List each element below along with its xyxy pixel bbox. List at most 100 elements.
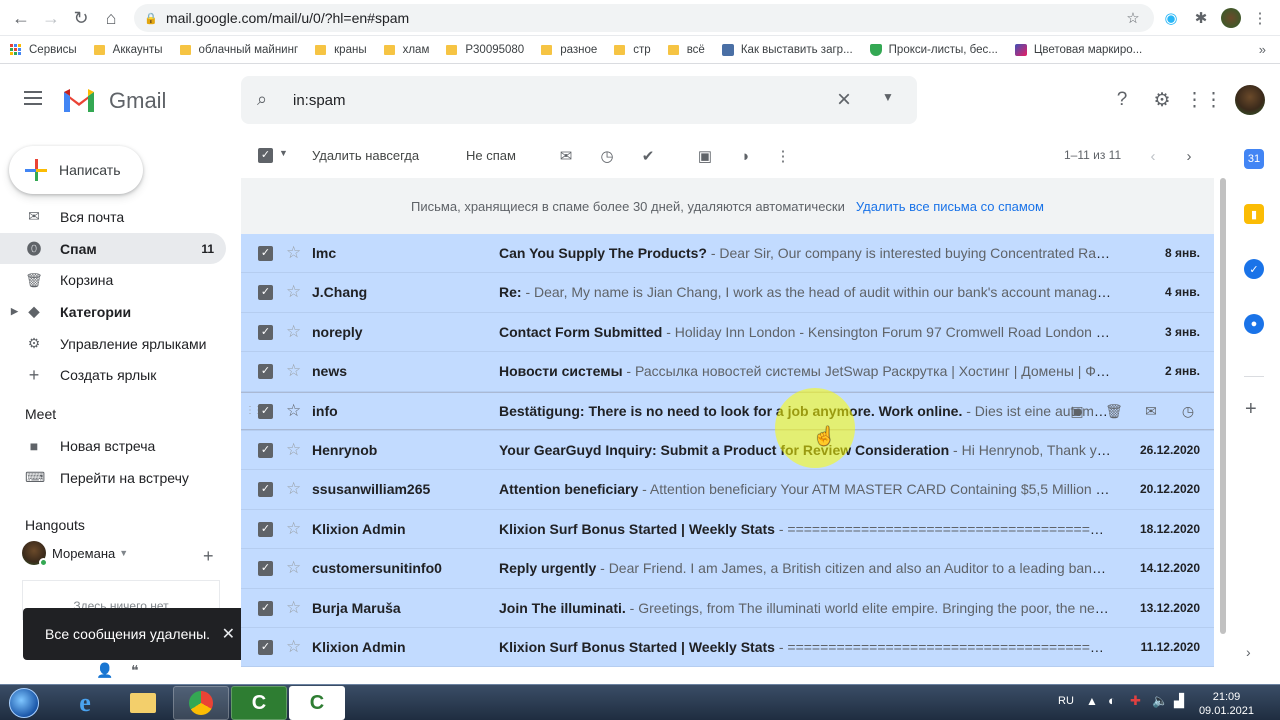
scrollbar-thumb[interactable] (1220, 178, 1226, 634)
star-icon[interactable]: ☆ (286, 282, 301, 302)
message-row[interactable]: ⋮⋮ ✓ ☆ info Bestätigung: There is no need to… (241, 391, 1214, 431)
language-indicator[interactable]: RU (1058, 695, 1074, 707)
google-apps-icon[interactable]: ⋮⋮ (1185, 88, 1223, 112)
star-icon[interactable]: ☆ (286, 322, 301, 342)
bookmark-item[interactable]: Аккаунты (93, 44, 163, 56)
new-conversation-plus-icon[interactable]: + (203, 546, 214, 567)
file-explorer-icon[interactable] (115, 686, 171, 720)
back-icon[interactable]: ← (9, 6, 33, 30)
tray-security-icon[interactable]: ✚ (1130, 693, 1141, 709)
previous-page-icon[interactable]: ‹ (1143, 146, 1163, 166)
bookmark-item[interactable]: разное (541, 44, 597, 56)
row-checkbox[interactable]: ✓ (258, 442, 273, 458)
chrome-icon[interactable] (173, 686, 229, 720)
star-icon[interactable]: ☆ (286, 401, 301, 421)
account-avatar[interactable] (1235, 85, 1265, 115)
message-row[interactable]: ✓ ☆ news Новости системы - Рассылка новосте… (241, 352, 1214, 392)
star-icon[interactable]: ☆ (286, 519, 301, 539)
message-row[interactable]: ✓ ☆ customersunitinfo0 Reply urgently - Dea… (241, 549, 1214, 589)
delete-all-spam-link[interactable]: Удалить все письма со спамом (856, 199, 1044, 214)
bookmark-item[interactable]: краны (315, 44, 367, 56)
row-checkbox[interactable]: ✓ (258, 324, 273, 340)
sidebar-item-categories[interactable]: ▶ ◆ Категории (0, 296, 226, 328)
sidebar-item-manage-labels[interactable]: ⚙ Управление ярлыками (0, 328, 226, 360)
label-tag-icon[interactable]: ◗ (736, 146, 756, 166)
star-icon[interactable]: ☆ (286, 479, 301, 499)
delete-icon[interactable]: 🗑 (1102, 400, 1126, 424)
keep-icon[interactable]: ▮ (1244, 204, 1264, 224)
star-icon[interactable]: ☆ (286, 558, 301, 578)
bookmark-item[interactable]: Прокси-листы, бес... (869, 43, 998, 56)
bookmark-item[interactable]: P30095080 (446, 44, 524, 56)
system-clock[interactable]: 21:09 09.01.2021 (1199, 690, 1254, 718)
message-row[interactable]: ✓ ☆ Klixion Admin Klixion Surf Bonus Starte… (241, 627, 1214, 668)
not-spam-button[interactable]: Не спам (466, 148, 516, 163)
settings-gear-icon[interactable]: ⚙ (1150, 88, 1174, 112)
message-row[interactable]: ✓ ☆ J.Chang Re: - Dear, My name is Jian Cha… (241, 273, 1214, 313)
message-row[interactable]: ✓ ☆ Burja Maruša Join The illuminati. - Gre… (241, 588, 1214, 628)
select-all-checkbox[interactable]: ✓ (258, 148, 273, 163)
contacts-icon[interactable]: ● (1244, 314, 1264, 334)
forward-icon[interactable]: → (39, 6, 63, 30)
bookmark-item[interactable]: хлам (383, 44, 429, 56)
profile-icon[interactable] (1219, 6, 1243, 30)
row-checkbox[interactable]: ✓ (258, 246, 273, 261)
bookmarks-overflow-icon[interactable]: » (1259, 42, 1266, 57)
mark-read-icon[interactable]: ✉ (1139, 400, 1163, 424)
address-bar[interactable]: 🔒 mail.google.com/mail/u/0/?hl=en#spam (134, 4, 1154, 32)
row-checkbox[interactable]: ✓ (258, 403, 273, 419)
row-checkbox[interactable]: ✓ (258, 561, 273, 577)
message-row[interactable]: ✓ ☆ noreply Contact Form Submitted - Holida… (241, 312, 1214, 353)
search-input[interactable] (293, 88, 813, 112)
bookmark-item[interactable]: стр (614, 44, 651, 56)
home-icon[interactable]: ⌂ (99, 6, 123, 30)
meet-new-meeting[interactable]: ■ Новая встреча (0, 430, 226, 462)
bookmark-item[interactable]: Цветовая маркиро... (1014, 43, 1142, 56)
bookmark-item[interactable]: Как выставить загр... (721, 43, 853, 56)
row-checkbox[interactable]: ✓ (258, 364, 273, 380)
message-row[interactable]: ✓ ☆ lmc Can You Supply The Products? - Dear… (241, 234, 1214, 274)
add-task-icon[interactable]: ✔ (638, 146, 658, 166)
volume-icon[interactable]: 🔈 (1152, 693, 1168, 709)
star-icon[interactable]: ☆ (286, 361, 301, 381)
sidebar-item-create-label[interactable]: + Создать ярлык (0, 359, 226, 391)
camtasia-icon[interactable]: C (231, 686, 287, 720)
scrollbar[interactable] (1218, 178, 1228, 638)
chevron-down-icon[interactable]: ▼ (119, 548, 128, 558)
calendar-icon[interactable]: 31 (1244, 149, 1264, 169)
browser-menu-icon[interactable]: ⋮ (1248, 6, 1272, 30)
row-checkbox[interactable]: ✓ (258, 639, 273, 655)
row-checkbox[interactable]: ✓ (258, 521, 273, 537)
main-menu-icon[interactable] (24, 91, 42, 105)
more-options-icon[interactable]: ⋮ (773, 146, 793, 166)
show-hidden-icons-icon[interactable]: ▲ (1086, 694, 1098, 708)
tray-app-icon[interactable]: ◐ (1108, 693, 1116, 708)
camtasia-recorder-icon[interactable]: C (289, 686, 345, 720)
compose-button[interactable]: Написать (9, 146, 143, 194)
search-icon[interactable]: ⌕ (257, 89, 267, 110)
clear-search-icon[interactable]: × (837, 86, 851, 114)
message-row[interactable]: ✓ ☆ Henrynob Your GearGuyd Inquiry: Submit … (241, 430, 1214, 471)
meet-join-meeting[interactable]: ⌨ Перейти на встречу (0, 462, 226, 494)
star-icon[interactable]: ☆ (286, 243, 301, 263)
help-icon[interactable]: ? (1110, 88, 1134, 112)
snooze-clock-icon[interactable]: ◷ (597, 146, 617, 166)
sidebar-item-all-mail[interactable]: ✉ Вся почта (0, 201, 226, 233)
sidebar-item-trash[interactable]: 🗑 Корзина (0, 264, 226, 296)
star-icon[interactable]: ☆ (286, 440, 301, 460)
search-options-icon[interactable]: ▼ (882, 90, 894, 104)
start-button[interactable] (2, 685, 46, 720)
delete-forever-button[interactable]: Удалить навсегда (312, 148, 419, 163)
row-checkbox[interactable]: ✓ (258, 285, 273, 301)
get-addons-plus-icon[interactable]: + (1245, 398, 1257, 421)
network-icon[interactable]: ▟ (1174, 693, 1184, 709)
select-menu-chevron-icon[interactable]: ▼ (279, 148, 288, 158)
row-checkbox[interactable]: ✓ (258, 482, 273, 498)
bookmark-star-icon[interactable]: ☆ (1121, 6, 1145, 30)
snooze-icon[interactable]: ◷ (1176, 400, 1200, 424)
hangouts-chat-icon[interactable]: ❝ (131, 662, 139, 679)
bookmark-item[interactable]: Сервисы (10, 43, 77, 56)
star-icon[interactable]: ☆ (286, 637, 301, 657)
archive-icon[interactable]: ▣ (1065, 400, 1089, 424)
row-checkbox[interactable]: ✓ (258, 600, 273, 616)
